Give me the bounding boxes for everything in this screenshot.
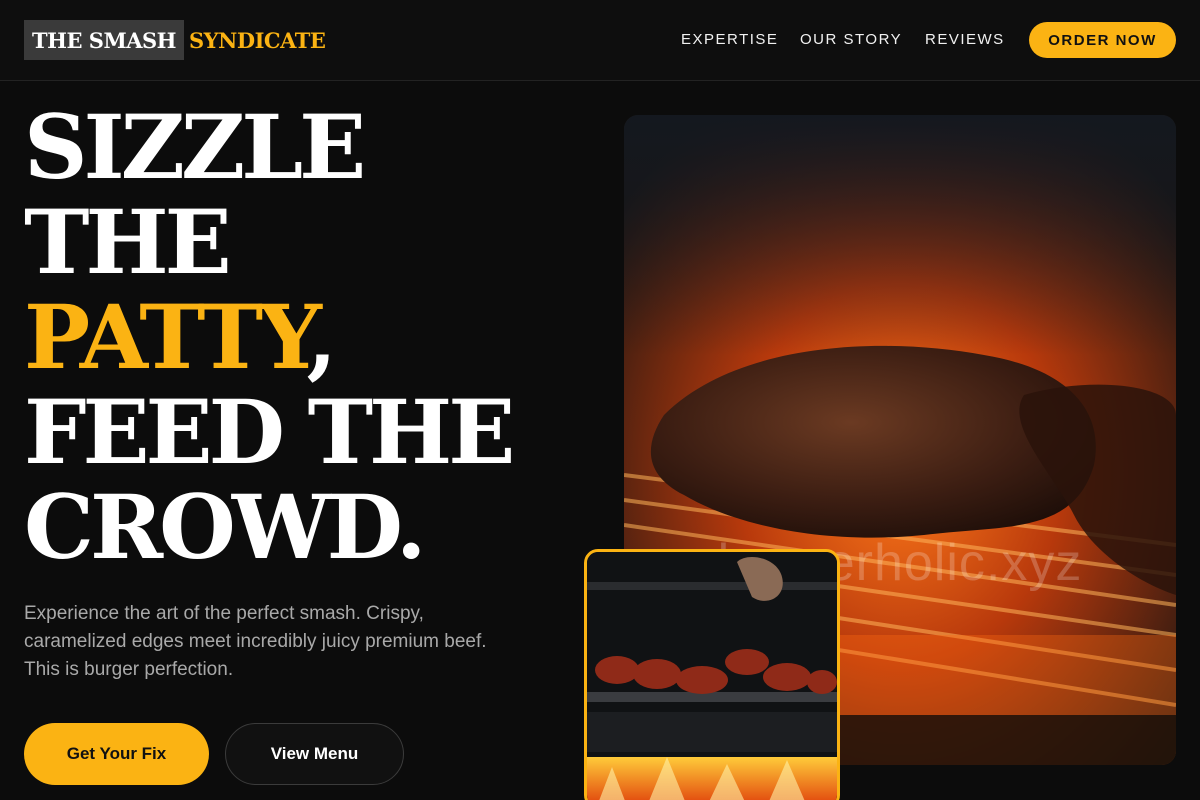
headline-accent: PATTY [24, 285, 311, 389]
order-now-button[interactable]: ORDER NOW [1029, 22, 1176, 58]
nav-link-reviews[interactable]: REVIEWS [925, 31, 1005, 48]
headline-line-2: THE [24, 190, 232, 294]
view-menu-button[interactable]: View Menu [225, 723, 404, 785]
headline-line-3: PATTY, [24, 290, 584, 385]
headline-line-5: CROWD. [24, 475, 426, 579]
site-header: THE SMASH SYNDICATE EXPERTISE OUR STORY … [0, 0, 1200, 81]
headline-comma: , [306, 285, 338, 389]
get-your-fix-button[interactable]: Get Your Fix [24, 723, 209, 785]
headline-line-1: SIZZLE [24, 95, 366, 199]
nav-link-expertise[interactable]: EXPERTISE [681, 31, 778, 48]
grill-skewers-photo [584, 549, 840, 800]
main-nav: EXPERTISE OUR STORY REVIEWS [0, 31, 1200, 51]
hero-headline: SIZZLE THE PATTY, FEED THE CROWD. [24, 100, 584, 575]
nav-link-our-story[interactable]: OUR STORY [800, 31, 902, 48]
hero-tagline: Experience the art of the perfect smash.… [24, 603, 487, 680]
headline-line-4: FEED THE [24, 380, 515, 484]
